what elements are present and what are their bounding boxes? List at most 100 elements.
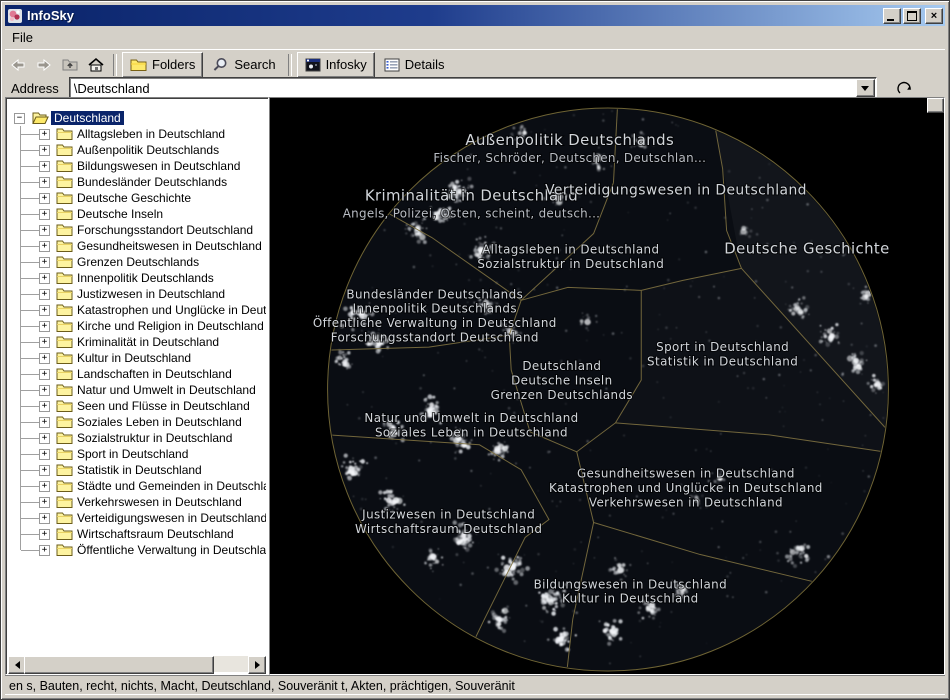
tree-row[interactable]: +Soziales Leben in Deutschland (8, 414, 266, 430)
tree-item-label[interactable]: Bundesländer Deutschlands (74, 175, 230, 189)
tree-item-label[interactable]: Landschaften in Deutschland (74, 367, 235, 381)
infosky-view-panel[interactable]: Außenpolitik DeutschlandsFischer, Schröd… (269, 97, 945, 675)
tree-item-label[interactable]: Kriminalität in Deutschland (74, 335, 222, 349)
expand-icon[interactable]: + (39, 321, 50, 332)
maximize-button[interactable] (903, 8, 921, 24)
expand-icon[interactable]: + (39, 161, 50, 172)
tree-row[interactable]: + Forschungsstandort Deutschland (8, 222, 266, 238)
tree-item-label[interactable]: Deutsche Geschichte (74, 191, 194, 205)
tree-item-label[interactable]: Justizwesen in Deutschland (74, 287, 228, 301)
expand-icon[interactable]: + (39, 337, 50, 348)
details-button[interactable]: Details (377, 53, 452, 77)
tree-row[interactable]: + Außenpolitik Deutschlands (8, 142, 266, 158)
expand-icon[interactable]: + (39, 529, 50, 540)
tree-row[interactable]: + Alltagsleben in Deutschland (8, 126, 266, 142)
tree-row[interactable]: + Sozialstruktur in Deutschland (8, 430, 266, 446)
tree-item-label[interactable]: Sozialstruktur in Deutschland (74, 431, 235, 445)
expand-icon[interactable]: + (39, 465, 50, 476)
tree-row[interactable]: + Natur und Umwelt in Deutschland (8, 382, 266, 398)
tree-item-label[interactable]: Deutsche Inseln (74, 207, 166, 221)
tree-item-label[interactable]: Sport in Deutschland (74, 447, 191, 461)
tree-row[interactable]: + Statistik in Deutschland (8, 462, 266, 478)
expand-icon[interactable]: + (39, 209, 50, 220)
tree-item-label[interactable]: Bildungswesen in Deutschland (74, 159, 243, 173)
tree-row[interactable]: + Städte und Gemeinden in Deutschland (8, 478, 266, 494)
tree-row[interactable]: + Bildungswesen in Deutschland (8, 158, 266, 174)
up-folder-button[interactable] (57, 53, 83, 77)
tree-row[interactable]: + Seen und Flüsse in Deutschland (8, 398, 266, 414)
expand-icon[interactable]: + (39, 401, 50, 412)
tree-row[interactable]: + Katastrophen und Unglücke in Deutschlan… (8, 302, 266, 318)
expand-icon[interactable]: + (39, 449, 50, 460)
tree-item-label[interactable]: Forschungsstandort Deutschland (74, 223, 256, 237)
tree-item-label[interactable]: Kirche und Religion in Deutschland (74, 319, 266, 333)
minimize-button[interactable] (883, 8, 901, 24)
tree-item-label[interactable]: Städte und Gemeinden in Deutschland (74, 479, 266, 493)
tree-item-label[interactable]: Außenpolitik Deutschlands (74, 143, 222, 157)
tree-item-label[interactable]: Gesundheitswesen in Deutschland (74, 239, 265, 253)
history-back-button[interactable] (891, 77, 919, 99)
tree-row[interactable]: + Verkehrswesen in Deutschland (8, 494, 266, 510)
menu-file[interactable]: File (5, 28, 40, 47)
tree-row[interactable]: + Sport in Deutschland (8, 446, 266, 462)
panel-corner-button[interactable] (927, 98, 944, 113)
infosky-toggle-button[interactable]: Infosky (297, 52, 375, 78)
back-button[interactable] (5, 53, 31, 77)
tree-row[interactable]: + Verteidigungswesen in Deutschland (8, 510, 266, 526)
collapse-icon[interactable]: − (14, 113, 25, 124)
folders-toggle-button[interactable]: Folders (122, 52, 203, 78)
tree-item-label[interactable]: Öffentliche Verwaltung in Deutschland (74, 543, 266, 557)
tree-row[interactable]: + Deutsche Geschichte (8, 190, 266, 206)
tree-row[interactable]: + Kultur in Deutschland (8, 350, 266, 366)
tree-item-label[interactable]: Natur und Umwelt in Deutschland (74, 383, 259, 397)
address-input[interactable] (72, 79, 856, 97)
scrollbar-thumb[interactable] (24, 656, 214, 674)
tree-row[interactable]: + Deutsche Inseln (8, 206, 266, 222)
expand-icon[interactable]: + (39, 369, 50, 380)
tree-row[interactable]: + Wirtschaftsraum Deutschland (8, 526, 266, 542)
expand-icon[interactable]: + (39, 545, 50, 556)
tree-row[interactable]: + Gesundheitswesen in Deutschland (8, 238, 266, 254)
tree-item-label[interactable]: Deutschland (51, 111, 124, 125)
expand-icon[interactable]: + (39, 257, 50, 268)
home-button[interactable] (83, 53, 109, 77)
tree-item-label[interactable]: Verteidigungswesen in Deutschland (74, 511, 266, 525)
expand-icon[interactable]: + (39, 273, 50, 284)
tree-item-label[interactable]: Wirtschaftsraum Deutschland (74, 527, 237, 541)
expand-icon[interactable]: + (39, 177, 50, 188)
tree-item-label[interactable]: Verkehrswesen in Deutschland (74, 495, 245, 509)
expand-icon[interactable]: + (39, 305, 50, 316)
address-dropdown-button[interactable] (856, 79, 875, 97)
expand-icon[interactable]: + (39, 433, 50, 444)
expand-icon[interactable]: + (39, 193, 50, 204)
expand-icon[interactable]: + (39, 385, 50, 396)
expand-icon[interactable]: + (39, 241, 50, 252)
tree-row[interactable]: + Landschaften in Deutschland (8, 366, 266, 382)
expand-icon[interactable]: + (39, 225, 50, 236)
tree-item-label[interactable]: Alltagsleben in Deutschland (74, 127, 228, 141)
search-button[interactable]: Search (205, 53, 282, 77)
tree-row[interactable]: + Kirche und Religion in Deutschland (8, 318, 266, 334)
tree-row[interactable]: +Innenpolitik Deutschlands (8, 270, 266, 286)
tree-row[interactable]: + Grenzen Deutschlands (8, 254, 266, 270)
tree-row[interactable]: + Öffentliche Verwaltung in Deutschland (8, 542, 266, 558)
tree-row[interactable]: + Kriminalität in Deutschland (8, 334, 266, 350)
tree-root-row[interactable]: − Deutschland (8, 110, 266, 126)
expand-icon[interactable]: + (39, 497, 50, 508)
tree-item-label[interactable]: Kultur in Deutschland (74, 351, 194, 365)
tree-horizontal-scrollbar[interactable] (8, 656, 266, 672)
expand-icon[interactable]: + (39, 289, 50, 300)
close-button[interactable]: × (925, 8, 943, 24)
tree-item-label[interactable]: Soziales Leben in Deutschland (74, 415, 245, 429)
expand-icon[interactable]: + (39, 513, 50, 524)
tree-item-label[interactable]: Seen und Flüsse in Deutschland (74, 399, 253, 413)
expand-icon[interactable]: + (39, 481, 50, 492)
expand-icon[interactable]: + (39, 353, 50, 364)
tree-item-label[interactable]: Katastrophen und Unglücke in Deutschland (74, 303, 266, 317)
tree-item-label[interactable]: Grenzen Deutschlands (74, 255, 202, 269)
expand-icon[interactable]: + (39, 145, 50, 156)
forward-button[interactable] (31, 53, 57, 77)
tree-item-label[interactable]: Statistik in Deutschland (74, 463, 205, 477)
expand-icon[interactable]: + (39, 129, 50, 140)
infosky-galaxy-canvas[interactable]: Außenpolitik DeutschlandsFischer, Schröd… (270, 98, 944, 674)
